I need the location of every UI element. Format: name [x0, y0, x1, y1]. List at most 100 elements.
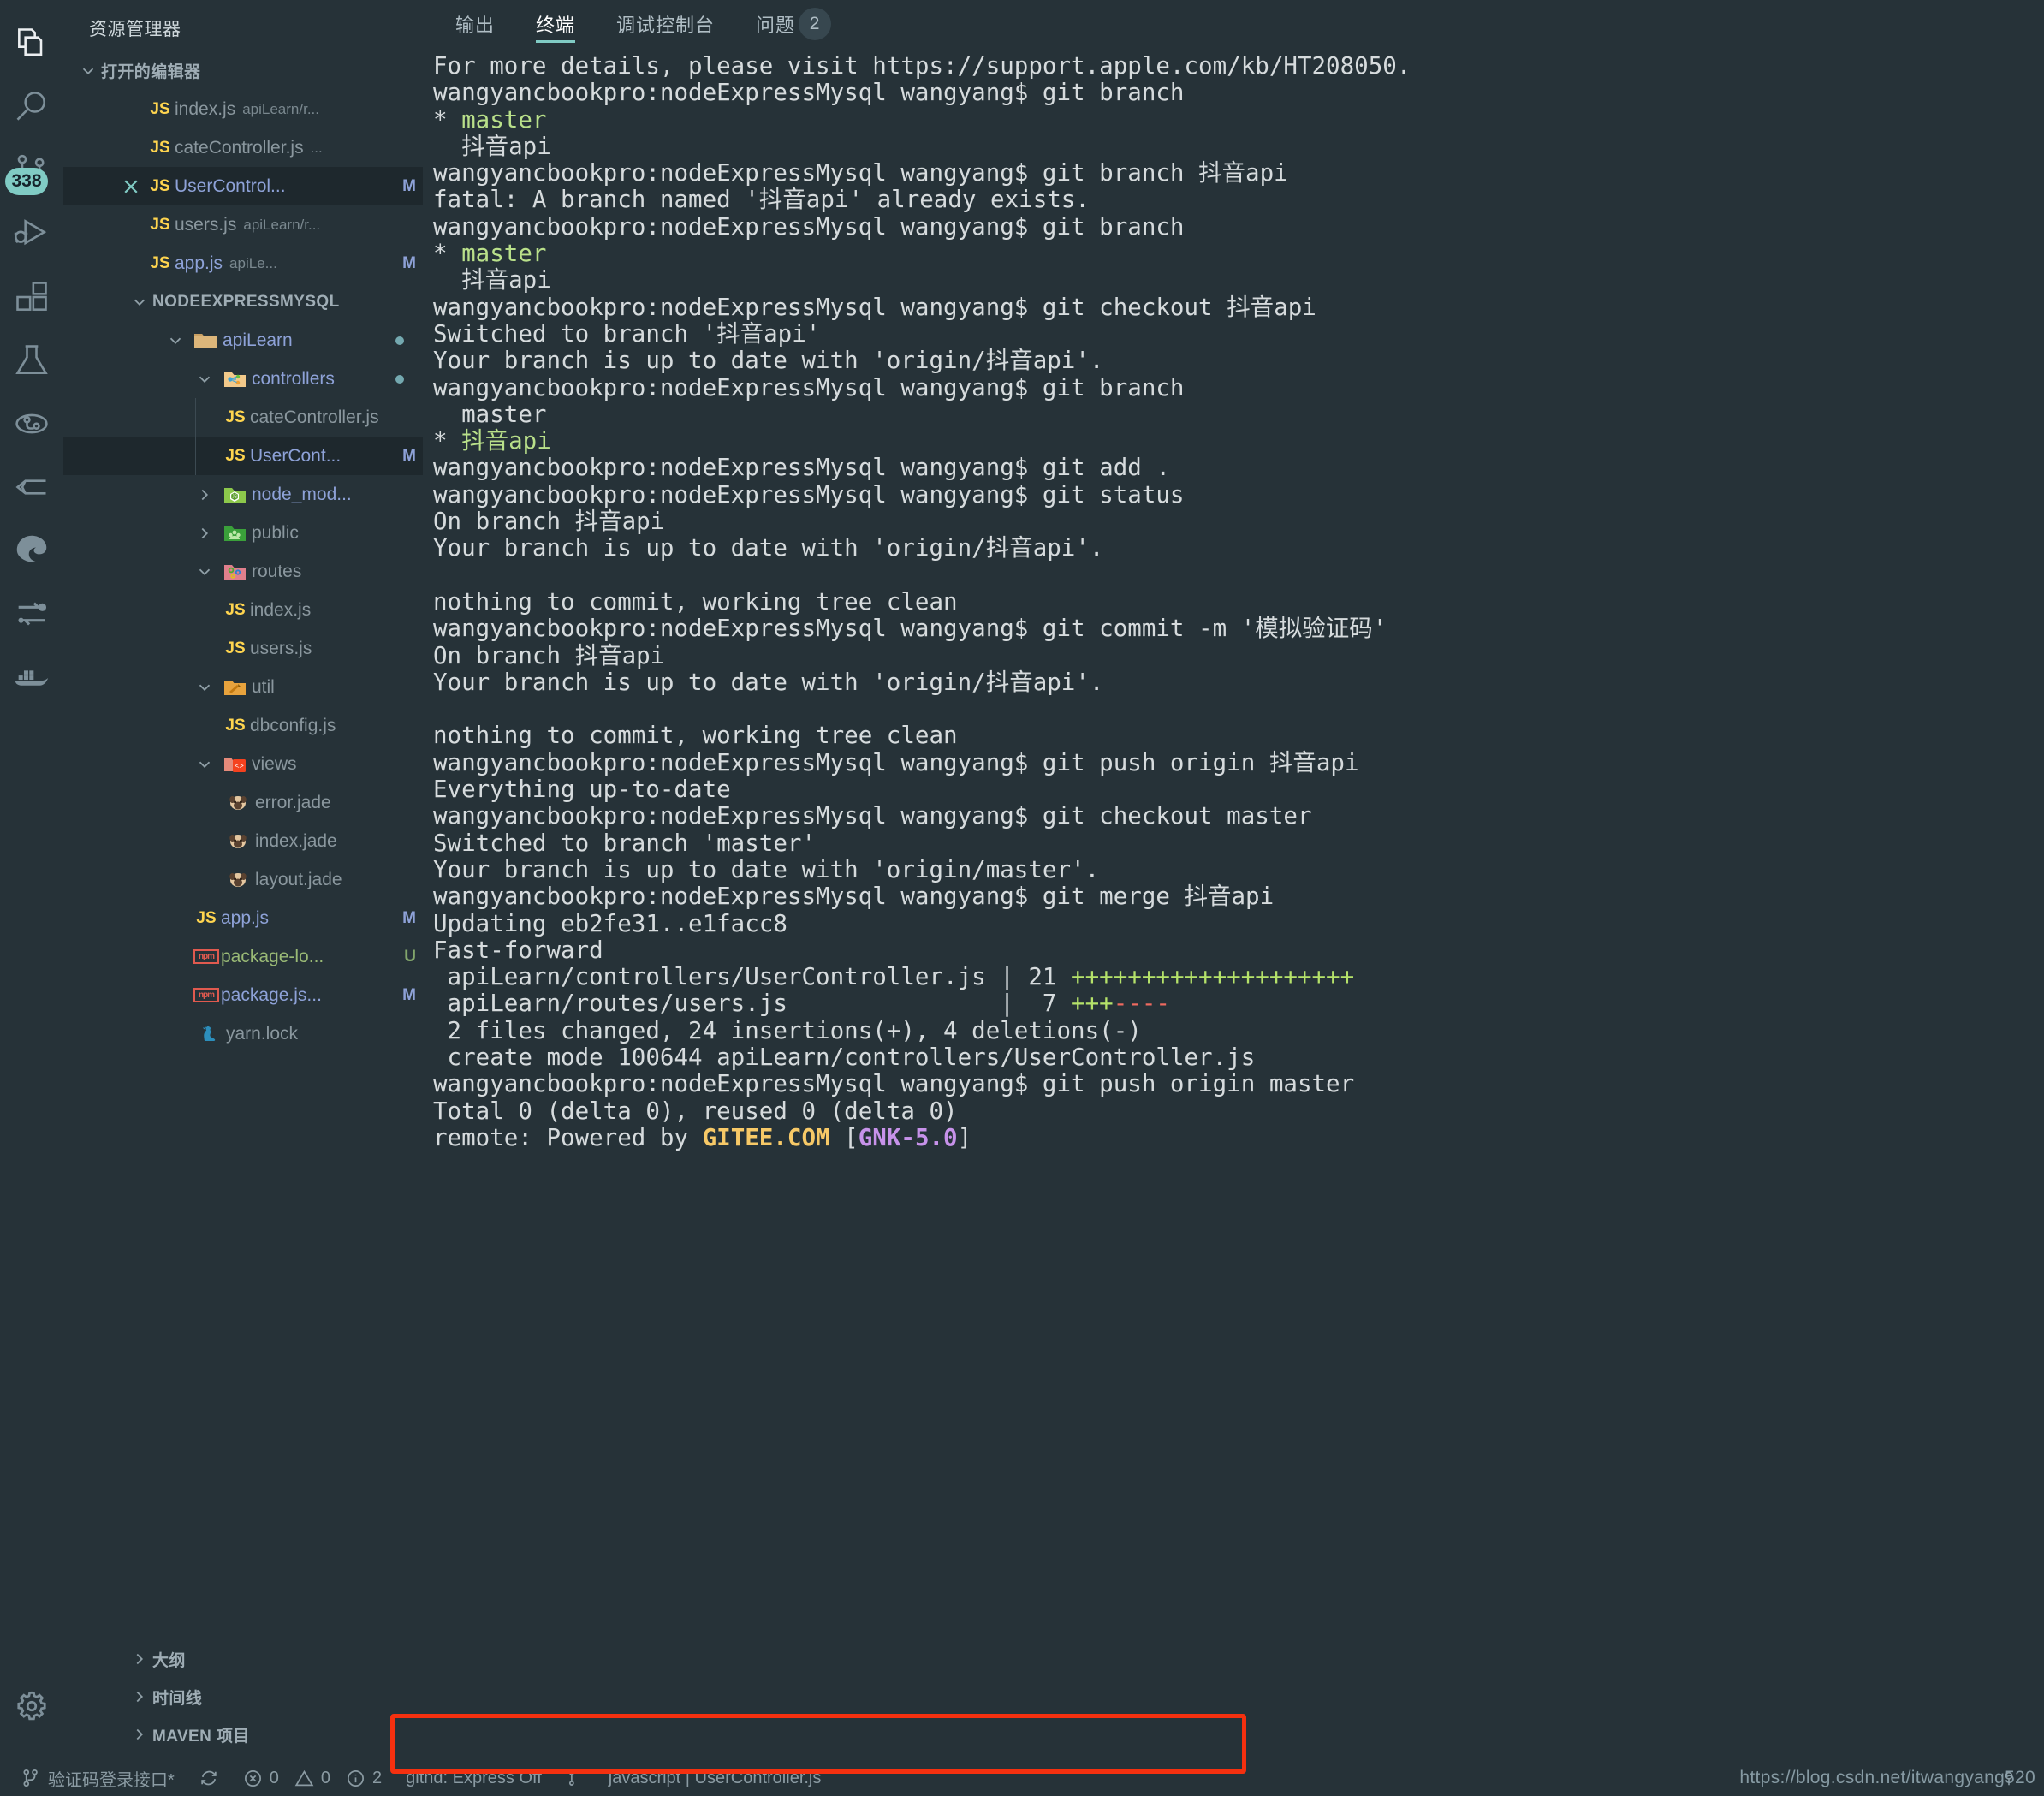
open-editor-item[interactable]: JS app.js apiLe... M: [63, 244, 423, 282]
chevron-right-icon[interactable]: [192, 485, 217, 504]
tree-row-label: cateController.js: [250, 407, 379, 427]
open-editor-badge: M: [402, 253, 416, 272]
open-editor-desc: apiLearn/r...: [243, 216, 321, 233]
terminal-line: apiLearn/routes/users.js | 7 +++----: [433, 990, 2044, 1017]
tree-row[interactable]: JS UserCont... M: [63, 437, 423, 475]
open-editor-item[interactable]: JS cateController.js ...: [63, 128, 423, 167]
terminal-output[interactable]: For more details, please visit https://s…: [423, 48, 2044, 1760]
status-language[interactable]: javascript | UserController.js: [597, 1760, 834, 1796]
watermark-url: https://blog.csdn.net/itwangyang520: [1739, 1768, 2035, 1787]
chevron-down-icon[interactable]: [192, 370, 217, 389]
tab-problems[interactable]: 问题 2: [735, 0, 852, 48]
tree-row[interactable]: JS users.js: [63, 629, 423, 668]
chevron-down-icon[interactable]: [192, 678, 217, 697]
tree-row[interactable]: controllers: [63, 360, 423, 398]
pug-file-icon: [221, 830, 255, 853]
tree-row-label: users.js: [250, 638, 312, 658]
terminal-line: For more details, please visit https://s…: [433, 52, 2044, 80]
terminal-line: Your branch is up to date with 'origin/抖…: [433, 535, 2044, 562]
status-sync[interactable]: [187, 1760, 231, 1796]
terminal-line: wangyancbookpro:nodeExpressMysql wangyan…: [433, 213, 2044, 241]
terminal-text: 抖音api: [433, 266, 551, 294]
terminal-line: Updating eb2fe31..e1facc8: [433, 910, 2044, 937]
docker-icon[interactable]: [0, 645, 63, 709]
open-editor-item[interactable]: JS index.js apiLearn/r...: [63, 90, 423, 128]
search-icon[interactable]: [0, 75, 63, 139]
section-project-root[interactable]: NODEEXPRESSMYSQL: [63, 282, 423, 321]
status-githd-label: githd: Express Off: [406, 1768, 542, 1787]
gitlens-icon[interactable]: [0, 455, 63, 519]
tree-row[interactable]: apiLearn: [63, 321, 423, 360]
open-editor-item[interactable]: JS users.js apiLearn/r...: [63, 205, 423, 244]
git-graph-icon[interactable]: [0, 392, 63, 455]
testing-flask-icon[interactable]: [0, 329, 63, 392]
info-count: 2: [372, 1768, 383, 1787]
explorer-icon[interactable]: [0, 12, 63, 75]
status-githd[interactable]: githd: Express Off: [394, 1760, 554, 1796]
extensions-icon[interactable]: [0, 265, 63, 329]
open-editor-desc: apiLearn/r...: [242, 100, 319, 117]
chevron-down-icon[interactable]: [192, 755, 217, 774]
tree-row[interactable]: index.jade: [63, 822, 423, 860]
terminal-text: apiLearn/controllers/UserController.js |…: [433, 963, 1072, 991]
tree-row[interactable]: npm package-lo... U: [63, 937, 423, 976]
open-editor-desc: apiLe...: [229, 254, 277, 271]
terminal-line: 抖音api: [433, 133, 2044, 160]
chevron-right-icon[interactable]: [192, 524, 217, 543]
tree-row[interactable]: layout.jade: [63, 860, 423, 899]
terminal-line: wangyancbookpro:nodeExpressMysql wangyan…: [433, 1071, 2044, 1097]
terminal-text: Switched to branch 'master': [433, 829, 817, 857]
js-file-icon: JS: [150, 253, 170, 272]
status-branch[interactable]: 验证码登录接口*: [14, 1760, 187, 1796]
section-timeline[interactable]: 时间线: [63, 1678, 423, 1716]
tree-row-label: layout.jade: [255, 869, 342, 889]
section-open-editors[interactable]: 打开的编辑器: [63, 51, 423, 90]
tree-row-label: UserCont...: [250, 445, 342, 466]
tree-row[interactable]: yarn.lock: [63, 1014, 423, 1053]
terminal-text: +++: [1071, 990, 1114, 1018]
section-maven[interactable]: MAVEN 项目: [63, 1716, 423, 1753]
open-editor-badge: M: [402, 176, 416, 195]
tree-row[interactable]: JS cateController.js: [63, 398, 423, 437]
chevron-down-icon[interactable]: [192, 562, 217, 581]
tree-row[interactable]: public: [63, 514, 423, 552]
chevron-down-icon[interactable]: [163, 331, 188, 350]
pug-file-icon: [221, 869, 255, 891]
branch-icon: [21, 1768, 41, 1788]
tree-row-label: index.jade: [255, 830, 337, 851]
terminal-text: wangyancbookpro:nodeExpressMysql wangyan…: [433, 159, 1288, 187]
js-file-icon: JS: [225, 600, 246, 619]
tree-row[interactable]: JS node_mod...: [63, 475, 423, 514]
terminal-text: *: [433, 105, 462, 134]
tree-row[interactable]: <> views: [63, 745, 423, 783]
close-icon[interactable]: [116, 176, 146, 197]
tab-terminal[interactable]: 终端: [515, 0, 596, 48]
diff-icon[interactable]: [0, 582, 63, 645]
sidebar-bottom-sections: 大纲 时间线 MAVEN 项目: [63, 1640, 423, 1760]
source-control-icon[interactable]: 338: [0, 139, 63, 202]
tree-row[interactable]: JS app.js M: [63, 899, 423, 937]
status-gitlens[interactable]: [554, 1760, 597, 1796]
terminal-line: remote: Powered by GITEE.COM [GNK-5.0]: [433, 1124, 2044, 1151]
terminal-text: wangyancbookpro:nodeExpressMysql wangyan…: [433, 615, 1387, 643]
tree-row-badge: U: [404, 947, 416, 966]
pug-file-icon: [221, 792, 255, 814]
tab-debug-console[interactable]: 调试控制台: [596, 0, 735, 48]
tree-row[interactable]: routes: [63, 552, 423, 591]
section-outline[interactable]: 大纲: [63, 1640, 423, 1678]
open-editor-item[interactable]: JS UserControl... M: [63, 167, 423, 205]
tab-output[interactable]: 输出: [435, 0, 515, 48]
tree-row[interactable]: JS index.js: [63, 591, 423, 629]
gear-icon[interactable]: [0, 1674, 63, 1738]
tab-problems-badge: 2: [799, 8, 832, 40]
tree-row[interactable]: npm package.js... M: [63, 976, 423, 1014]
browser-preview-icon[interactable]: [0, 519, 63, 582]
tree-row[interactable]: JS dbconfig.js: [63, 706, 423, 745]
tree-row[interactable]: error.jade: [63, 783, 423, 822]
status-problems[interactable]: 0 0 2: [231, 1760, 394, 1796]
terminal-text: Switched to branch '抖音api': [433, 319, 821, 348]
terminal-text: apiLearn/routes/users.js | 7: [433, 990, 1072, 1018]
tree-row[interactable]: util: [63, 668, 423, 706]
run-debug-icon[interactable]: [0, 202, 63, 265]
terminal-line: Everything up-to-date: [433, 776, 2044, 803]
